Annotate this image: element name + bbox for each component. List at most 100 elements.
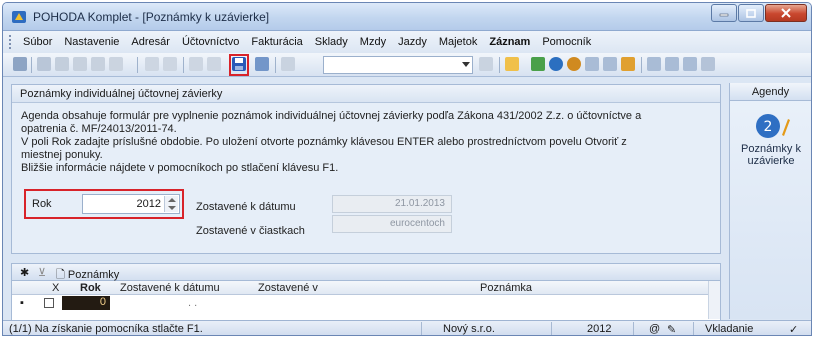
status-mode: Vkladanie [705, 323, 754, 335]
print-icon[interactable] [91, 57, 105, 71]
grid-tabs: ✱ ⊻ 🗋 Poznámky [11, 263, 721, 281]
table-icon[interactable] [603, 57, 617, 71]
column-header-v[interactable]: Zostavené v [258, 282, 318, 294]
add-icon[interactable] [189, 57, 203, 71]
currency-icon[interactable] [567, 57, 581, 71]
check-icon: ✓ [789, 324, 799, 336]
rok-field[interactable]: 2012 [82, 194, 180, 214]
delete-icon[interactable] [207, 57, 221, 71]
maximize-button[interactable] [738, 4, 764, 22]
menu-subor[interactable]: Súbor [23, 36, 52, 48]
menu-majetok[interactable]: Majetok [439, 36, 478, 48]
notes-form: Poznámky individuálnej účtovnej závierky… [11, 84, 721, 254]
save-icon[interactable] [232, 57, 246, 71]
description-line: opatrenia č. MF/24013/2011-74. [21, 123, 177, 135]
toolbar-separator [31, 57, 32, 73]
title-bar: POHODA Komplet - [Poznámky k uzávierke] [3, 3, 811, 31]
form-view-icon[interactable] [665, 57, 679, 71]
description-line: Agenda obsahuje formulár pre vyplnenie p… [21, 110, 642, 122]
split-view-icon[interactable] [683, 57, 697, 71]
select-icon[interactable] [55, 57, 69, 71]
sort-icon[interactable] [479, 57, 493, 71]
users-icon[interactable] [621, 57, 635, 71]
toolbar-separator [641, 57, 642, 73]
column-header-datum[interactable]: Zostavené k dátumu [120, 282, 220, 294]
form-description: Agenda obsahuje formulár pre vyplnenie p… [21, 110, 671, 175]
status-separator [633, 322, 634, 335]
status-bar: (1/1) Na získanie pomocníka stlačte F1. … [3, 320, 811, 336]
calendar-icon[interactable] [585, 57, 599, 71]
row-checkbox[interactable] [44, 298, 54, 308]
status-year: 2012 [587, 323, 612, 335]
grid-scrollbar[interactable] [708, 281, 720, 319]
status-company: Nový s.r.o. [443, 323, 495, 335]
window-title: POHODA Komplet - [Poznámky k uzávierke] [33, 10, 270, 24]
table-row[interactable]: ▪ 0 . . [12, 296, 708, 310]
row-datum-cell[interactable]: . . [188, 297, 197, 309]
close-button[interactable] [765, 4, 807, 22]
column-header-x[interactable]: X [52, 282, 59, 294]
rok-highlight: Rok 2012 [24, 189, 184, 219]
status-separator [421, 322, 422, 335]
zostavene-datum-value: 21.01.2013 [394, 198, 445, 209]
status-hint: (1/1) Na získanie pomocníka stlačte F1. [9, 323, 203, 335]
link-icon[interactable] [531, 57, 545, 71]
edit-icon[interactable] [163, 57, 177, 71]
menu-uctovnictvo[interactable]: Účtovníctvo [182, 36, 239, 48]
window-controls [710, 4, 807, 22]
list-view-icon[interactable] [647, 57, 661, 71]
save-as-icon[interactable] [255, 57, 269, 71]
form-header: Poznámky individuálnej účtovnej závierky [12, 85, 720, 103]
agenda-item-label[interactable]: Poznámky k uzávierke [734, 143, 808, 167]
agenda-panel: Agendy 2 Poznámky k uzávierke [729, 83, 811, 319]
menu-jazdy[interactable]: Jazdy [398, 36, 427, 48]
description-line: V poli Rok zadajte príslušné obdobie. Po… [21, 136, 627, 148]
menu-fakturacia[interactable]: Fakturácia [251, 36, 302, 48]
notes-agenda-icon[interactable]: 2 [752, 111, 792, 141]
menu-mzdy[interactable]: Mzdy [360, 36, 386, 48]
copy-icon[interactable] [13, 57, 27, 71]
web-icon[interactable] [549, 57, 563, 71]
folder-icon[interactable] [505, 57, 519, 71]
pen-icon: ✎ [667, 324, 677, 336]
app-window: POHODA Komplet - [Poznámky k uzávierke] … [2, 2, 812, 336]
grid-header: X Rok Zostavené k dátumu Zostavené v Poz… [12, 281, 708, 295]
filter-off-icon[interactable]: ⊻ [38, 266, 46, 279]
close-icon [781, 8, 791, 18]
help-icon[interactable] [701, 57, 715, 71]
rok-label: Rok [32, 198, 52, 210]
pin-icon[interactable]: ✱ [20, 266, 29, 279]
preview-icon[interactable] [73, 57, 87, 71]
description-line: miestnej ponuky. [21, 149, 103, 161]
minimize-button[interactable] [711, 4, 737, 22]
toolbar-separator [275, 57, 276, 73]
report-icon[interactable] [109, 57, 123, 71]
maximize-icon [746, 8, 756, 18]
status-separator [693, 322, 694, 335]
column-header-poznamka[interactable]: Poznámka [480, 282, 532, 294]
column-header-rok[interactable]: Rok [80, 282, 101, 294]
history-icon[interactable] [281, 57, 295, 71]
chevron-down-icon [462, 62, 470, 67]
minimize-icon [719, 13, 729, 17]
menu-nastavenie[interactable]: Nastavenie [64, 36, 119, 48]
new-record-icon[interactable] [145, 57, 159, 71]
zostavene-datum-field: 21.01.2013 [332, 195, 452, 213]
row-selector-icon: ▪ [20, 297, 24, 309]
record-combo[interactable] [323, 56, 473, 74]
notes-grid: X Rok Zostavené k dátumu Zostavené v Poz… [11, 281, 721, 321]
menu-adresar[interactable]: Adresár [131, 36, 170, 48]
zostavene-datum-label: Zostavené k dátumu [196, 201, 296, 213]
filter-icon[interactable] [37, 57, 51, 71]
status-separator [551, 322, 552, 335]
svg-text:2: 2 [764, 119, 773, 135]
rok-spinner[interactable] [164, 196, 178, 212]
zostavene-ciastky-label: Zostavené v čiastkach [196, 225, 305, 237]
menu-sklady[interactable]: Sklady [315, 36, 348, 48]
menu-pomocnik[interactable]: Pomocník [542, 36, 591, 48]
menu-zaznam[interactable]: Záznam [489, 36, 530, 48]
toolbar-separator [137, 57, 138, 73]
agenda-header: Agendy [730, 83, 811, 101]
at-icon: @ [649, 323, 661, 335]
row-rok-cell[interactable]: 0 [62, 296, 110, 310]
